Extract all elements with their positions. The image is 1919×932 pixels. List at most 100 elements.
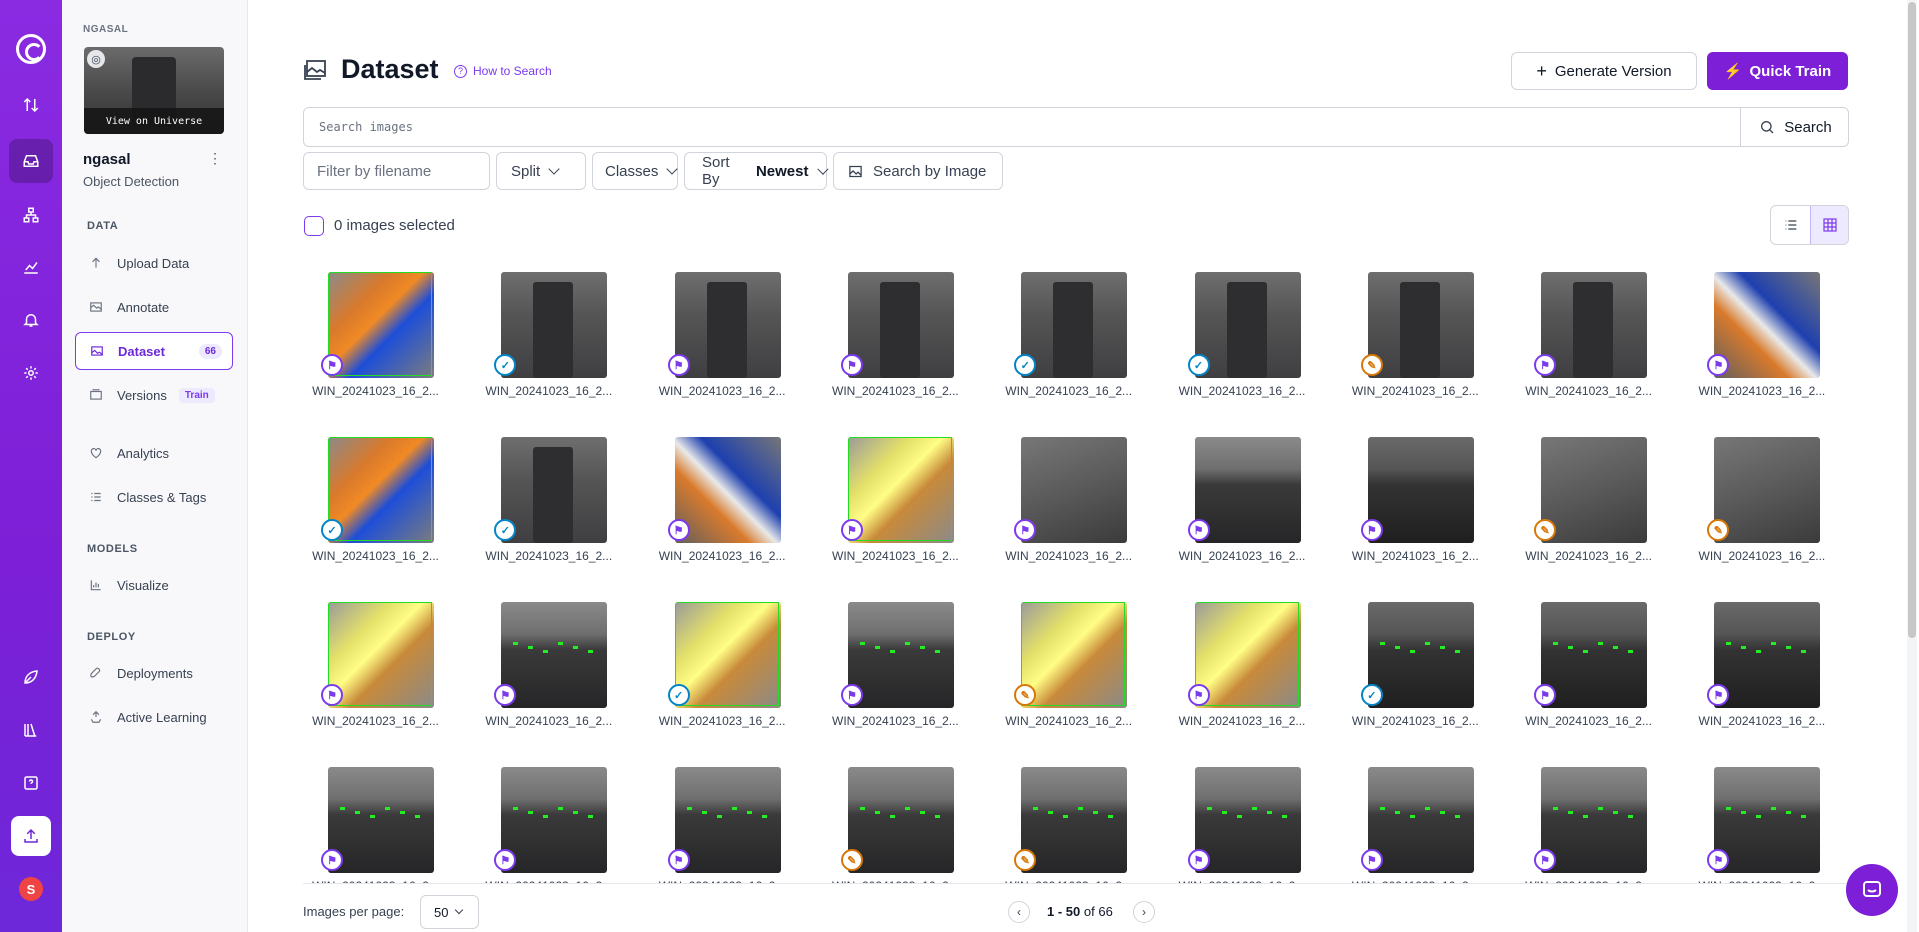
settings-gear-icon[interactable]: [9, 351, 53, 395]
image-thumbnail[interactable]: [1021, 767, 1128, 873]
quick-train-button[interactable]: ⚡ Quick Train: [1707, 52, 1848, 90]
image-thumbnail[interactable]: [1194, 272, 1301, 378]
filename-filter-input[interactable]: [304, 153, 489, 189]
image-card[interactable]: ⚑WIN_20241023_16_2...: [1689, 765, 1834, 883]
grid-view-button[interactable]: [1810, 206, 1848, 244]
image-card[interactable]: ✓ WIN_20241023_16_2...: [1343, 600, 1488, 740]
image-thumbnail[interactable]: [1194, 767, 1301, 873]
image-card[interactable]: ✎WIN_20241023_16_2...: [823, 765, 968, 883]
image-card[interactable]: ✎WIN_20241023_16_2...: [1689, 435, 1834, 575]
image-thumbnail[interactable]: [1367, 767, 1474, 873]
prev-page-button[interactable]: ‹: [1008, 901, 1030, 923]
image-card[interactable]: ⚑WIN_20241023_16_2...: [996, 435, 1141, 575]
scrollbar-thumb[interactable]: [1908, 2, 1916, 638]
image-thumbnail[interactable]: [1021, 437, 1128, 543]
image-card[interactable]: ⚑WIN_20241023_16_2...: [650, 765, 795, 883]
image-thumbnail[interactable]: [1367, 272, 1474, 378]
sidebar-item-visualize[interactable]: Visualize: [75, 567, 233, 603]
image-card[interactable]: ⚑WIN_20241023_16_2...: [1170, 435, 1315, 575]
image-card[interactable]: ✎WIN_20241023_16_2...: [996, 765, 1141, 883]
image-thumbnail[interactable]: [328, 602, 434, 708]
image-card[interactable]: ⚑WIN_20241023_16_2...: [650, 270, 795, 410]
image-card[interactable]: ✓ WIN_20241023_16_2...: [650, 600, 795, 740]
image-card[interactable]: ⚑WIN_20241023_16_2...: [650, 435, 795, 575]
image-card[interactable]: ✓ WIN_20241023_16_2...: [476, 270, 621, 410]
image-thumbnail[interactable]: [847, 272, 954, 378]
image-thumbnail[interactable]: [1714, 602, 1821, 708]
image-thumbnail[interactable]: [674, 272, 781, 378]
image-card[interactable]: ⚑WIN_20241023_16_2...: [1343, 435, 1488, 575]
hierarchy-icon[interactable]: [9, 193, 53, 237]
image-card[interactable]: ⚑WIN_20241023_16_2...: [823, 270, 968, 410]
how-to-search-link[interactable]: ? How to Search: [454, 64, 552, 78]
image-card[interactable]: ⚑WIN_20241023_16_2...: [1689, 270, 1834, 410]
project-thumbnail[interactable]: ◎ View on Universe: [84, 47, 224, 134]
image-card[interactable]: ⚑WIN_20241023_16_2...: [476, 600, 621, 740]
image-thumbnail[interactable]: [1541, 602, 1648, 708]
sidebar-item-versions[interactable]: Versions Train: [75, 377, 233, 413]
image-thumbnail[interactable]: [1541, 767, 1648, 873]
scrollbar[interactable]: [1907, 0, 1917, 932]
image-card[interactable]: ✓ WIN_20241023_16_2...: [476, 435, 621, 575]
image-thumbnail[interactable]: [328, 767, 434, 873]
image-card[interactable]: ⚑WIN_20241023_16_2...: [1343, 765, 1488, 883]
sidebar-item-active-learning[interactable]: Active Learning: [75, 699, 233, 735]
image-thumbnail[interactable]: [328, 272, 434, 378]
leaf-icon[interactable]: [9, 655, 53, 699]
bell-icon[interactable]: [9, 298, 53, 342]
image-thumbnail[interactable]: [1714, 272, 1821, 378]
search-by-image-button[interactable]: Search by Image: [833, 152, 1003, 190]
select-all-checkbox[interactable]: [304, 216, 324, 236]
image-card[interactable]: ⚑WIN_20241023_16_2...: [1170, 765, 1315, 883]
image-card[interactable]: ⚑WIN_20241023_16_2...: [823, 435, 968, 575]
image-thumbnail[interactable]: [1714, 437, 1821, 543]
image-thumbnail[interactable]: [501, 767, 608, 873]
inbox-icon[interactable]: [9, 139, 53, 183]
avatar[interactable]: S: [19, 877, 43, 901]
library-icon[interactable]: [9, 708, 53, 752]
kebab-menu-icon[interactable]: ⋮: [208, 150, 222, 167]
image-card[interactable]: ✎WIN_20241023_16_2...: [996, 600, 1141, 740]
search-button[interactable]: Search: [1740, 108, 1850, 146]
upload-icon[interactable]: [11, 816, 51, 856]
image-thumbnail[interactable]: [501, 437, 608, 543]
classes-dropdown[interactable]: Classes: [592, 152, 679, 190]
image-card[interactable]: ⚑WIN_20241023_16_2...: [303, 765, 448, 883]
filename-filter[interactable]: [303, 152, 490, 190]
image-card[interactable]: ✓ WIN_20241023_16_2...: [996, 270, 1141, 410]
sidebar-item-dataset[interactable]: Dataset 66: [75, 332, 233, 370]
per-page-select[interactable]: 50: [420, 895, 479, 929]
image-thumbnail[interactable]: [674, 437, 781, 543]
image-thumbnail[interactable]: [1021, 602, 1128, 708]
image-thumbnail[interactable]: [1541, 437, 1648, 543]
image-card[interactable]: ✓ WIN_20241023_16_2...: [303, 435, 448, 575]
image-card[interactable]: ✓ WIN_20241023_16_2...: [1170, 270, 1315, 410]
chat-support-button[interactable]: [1846, 864, 1898, 916]
image-thumbnail[interactable]: [847, 437, 954, 543]
image-card[interactable]: ⚑WIN_20241023_16_2...: [1516, 270, 1661, 410]
image-thumbnail[interactable]: [1021, 272, 1128, 378]
image-card[interactable]: ✎WIN_20241023_16_2...: [1343, 270, 1488, 410]
help-icon[interactable]: [9, 761, 53, 805]
sidebar-item-analytics[interactable]: Analytics: [75, 435, 233, 471]
image-thumbnail[interactable]: [501, 602, 608, 708]
image-card[interactable]: ⚑WIN_20241023_16_2...: [1689, 600, 1834, 740]
sort-arrows-icon[interactable]: [9, 83, 53, 127]
sidebar-item-upload-data[interactable]: Upload Data: [75, 245, 233, 281]
image-thumbnail[interactable]: [328, 437, 434, 543]
chart-icon[interactable]: [9, 245, 53, 289]
image-card[interactable]: ✎WIN_20241023_16_2...: [1516, 435, 1661, 575]
image-thumbnail[interactable]: [847, 602, 954, 708]
generate-version-button[interactable]: + Generate Version: [1511, 52, 1697, 90]
search-input[interactable]: [304, 108, 1739, 146]
image-thumbnail[interactable]: [1367, 602, 1474, 708]
image-card[interactable]: ⚑WIN_20241023_16_2...: [303, 600, 448, 740]
image-thumbnail[interactable]: [847, 767, 954, 873]
sidebar-item-classes-tags[interactable]: Classes & Tags: [75, 479, 233, 515]
sidebar-item-annotate[interactable]: Annotate: [75, 289, 233, 325]
image-card[interactable]: ⚑WIN_20241023_16_2...: [1516, 600, 1661, 740]
split-dropdown[interactable]: Split: [496, 152, 586, 190]
roboflow-logo[interactable]: [16, 34, 46, 64]
image-thumbnail[interactable]: [674, 602, 781, 708]
image-thumbnail[interactable]: [674, 767, 781, 873]
